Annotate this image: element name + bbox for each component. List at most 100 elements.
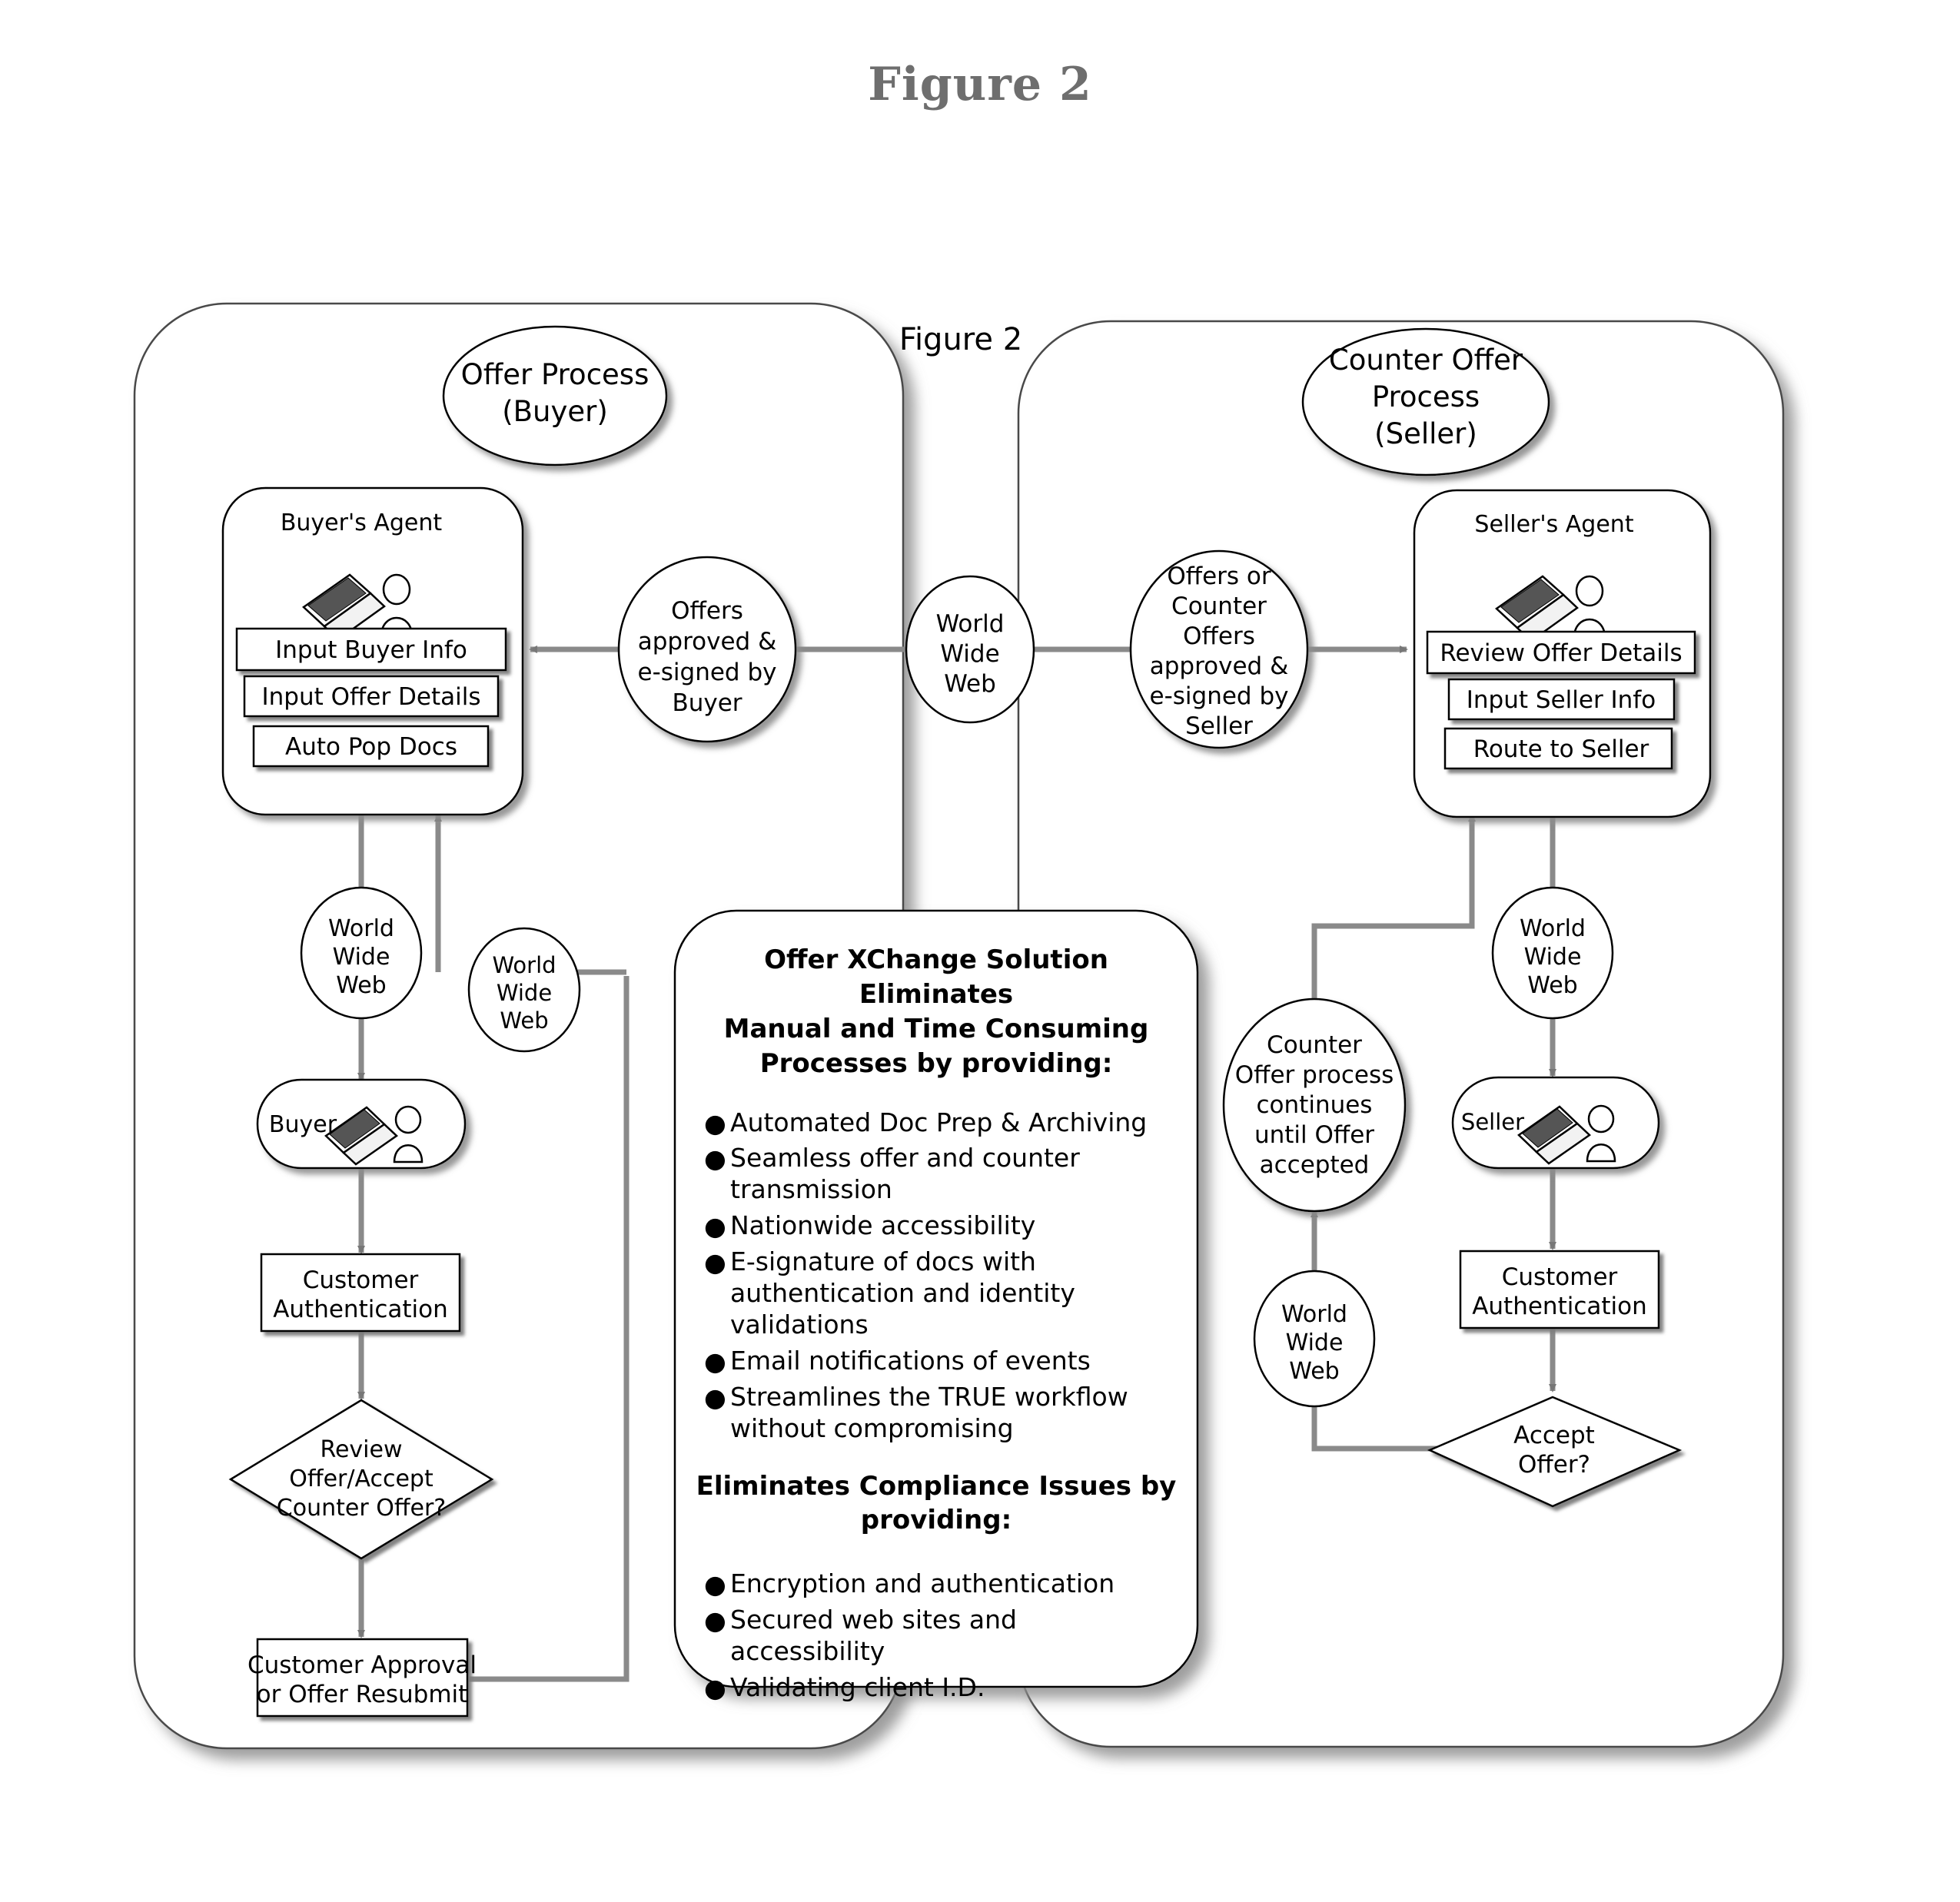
buyers-agent-action-1-label: Input Buyer Info <box>275 636 467 664</box>
bullet-text: Validating client I.D. <box>730 1672 985 1703</box>
buyers-agent-heading: Buyer's Agent <box>281 510 443 536</box>
offers-seller-line4: approved & <box>1150 652 1289 680</box>
list-item: ● E-signature of docs with authenticatio… <box>701 1246 1167 1341</box>
approval-line1: Customer Approval <box>247 1651 477 1679</box>
left-www-2-ellipse: World Wide Web <box>467 927 581 1053</box>
bullet-icon: ● <box>704 1211 726 1242</box>
left-www2-line3: Web <box>500 1007 548 1034</box>
right-www1-line3: Web <box>1527 972 1577 999</box>
info-panel-heading-1: Offer XChange Solution Eliminates Manual… <box>690 943 1182 1081</box>
right-lane-title: Counter Offer Process (Seller) <box>1301 327 1550 476</box>
counter-loop-line5: accepted <box>1260 1151 1370 1179</box>
bullet-icon: ● <box>704 1144 726 1174</box>
counter-loop-line3: continues <box>1257 1091 1373 1119</box>
buyers-agent-action-2[interactable]: Input Offer Details <box>243 675 500 718</box>
page-title: Figure 2 <box>868 58 1092 111</box>
bullet-icon: ● <box>704 1569 726 1600</box>
right-auth-line1: Customer <box>1502 1263 1618 1291</box>
counter-loop-line4: until Offer <box>1254 1121 1374 1149</box>
sellers-agent-action-1[interactable]: Review Offer Details <box>1426 630 1696 675</box>
right-www1-line2: Wide <box>1524 944 1582 971</box>
info-panel-bullets-1: ● Automated Doc Prep & Archiving ● Seaml… <box>690 1107 1182 1445</box>
bullet-text: Encryption and authentication <box>730 1568 1115 1599</box>
left-www1-line3: Web <box>336 972 386 999</box>
left-decision-line3: Counter Offer? <box>277 1495 446 1522</box>
bullet-text: Automated Doc Prep & Archiving <box>730 1107 1148 1137</box>
list-item: ● Encryption and authentication <box>701 1568 1167 1600</box>
world-wide-web-hub-ellipse: World Wide Web <box>905 575 1035 724</box>
info-panel-content: Offer XChange Solution Eliminates Manual… <box>690 926 1182 1703</box>
list-item: ● Nationwide accessibility <box>701 1210 1167 1242</box>
offers-seller-line1: Offers or <box>1167 563 1271 590</box>
bullet-icon: ● <box>704 1382 726 1412</box>
accept-offer-line2: Offer? <box>1518 1451 1590 1479</box>
sellers-agent-action-3[interactable]: Route to Seller <box>1443 727 1673 770</box>
right-auth-line2: Authentication <box>1472 1293 1647 1320</box>
buyers-agent-action-3[interactable]: Auto Pop Docs <box>252 725 490 768</box>
offers-seller-line6: Seller <box>1185 712 1253 740</box>
offers-seller-line3: Offers <box>1183 622 1255 650</box>
bullet-text: Streamlines the TRUE workflow without co… <box>730 1381 1128 1443</box>
left-www2-line2: Wide <box>497 980 552 1006</box>
right-www2-line3: Web <box>1289 1358 1339 1385</box>
seller-node: Seller <box>1451 1076 1660 1170</box>
buyer-node: Buyer <box>256 1078 467 1170</box>
right-lane-title-line3: (Seller) <box>1374 417 1477 450</box>
buyers-agent-box[interactable]: Buyer's Agent Input Buyer Info Input Off… <box>221 486 524 816</box>
counter-offer-loop-ellipse: Counter Offer process continues until Of… <box>1222 997 1407 1213</box>
buyers-agent-action-2-label: Input Offer Details <box>261 683 480 711</box>
left-www-1-ellipse: World Wide Web <box>300 886 423 1020</box>
left-www2-line1: World <box>492 952 556 978</box>
list-item: ● Streamlines the TRUE workflow without … <box>701 1382 1167 1445</box>
list-item: ● Validating client I.D. <box>701 1672 1167 1704</box>
inner-figure-label: Figure 2 <box>899 322 1022 357</box>
left-auth-line1: Customer <box>303 1266 419 1294</box>
buyers-agent-action-3-label: Auto Pop Docs <box>285 733 457 761</box>
left-lane-title: Offer Process (Buyer) <box>442 325 668 466</box>
list-item: ● Seamless offer and counter transmissio… <box>701 1143 1167 1206</box>
bullet-text: Seamless offer and counter transmission <box>730 1143 1080 1205</box>
sellers-agent-heading: Seller's Agent <box>1474 511 1633 538</box>
bullet-text: Nationwide accessibility <box>730 1210 1036 1241</box>
info-heading2-line1: Eliminates Compliance Issues by <box>696 1470 1177 1502</box>
approval-line2: or Offer Resubmit <box>257 1681 468 1708</box>
left-lane-title-line1: Offer Process <box>461 358 649 391</box>
left-www1-line1: World <box>328 915 394 942</box>
sellers-agent-action-2-label: Input Seller Info <box>1467 686 1656 714</box>
bullet-icon: ● <box>704 1107 726 1138</box>
right-www-1-ellipse: World Wide Web <box>1491 886 1614 1020</box>
bullet-icon: ● <box>704 1605 726 1636</box>
offers-buyer-line4: Buyer <box>672 689 742 717</box>
offers-approved-seller-ellipse: Offers or Counter Offers approved & e-si… <box>1129 549 1309 749</box>
sellers-agent-action-2[interactable]: Input Seller Info <box>1447 678 1676 721</box>
offers-approved-buyer-ellipse: Offers approved & e-signed by Buyer <box>617 556 797 743</box>
left-www1-line2: Wide <box>333 944 390 971</box>
www-hub-line1: World <box>936 610 1005 638</box>
seller-node-label: Seller <box>1461 1109 1524 1135</box>
info-panel-bullets-2: ● Encryption and authentication ● Secure… <box>690 1568 1182 1704</box>
list-item: ● Secured web sites and accessibility <box>701 1605 1167 1668</box>
customer-approval-box: Customer Approval or Offer Resubmit <box>247 1638 477 1718</box>
left-decision-line1: Review <box>320 1436 402 1463</box>
sellers-agent-action-3-label: Route to Seller <box>1473 735 1649 763</box>
offers-buyer-line3: e-signed by <box>638 659 777 686</box>
bullet-text: E-signature of docs with authentication … <box>730 1246 1075 1339</box>
info-heading1-line1: Offer XChange Solution Eliminates <box>764 944 1108 1010</box>
accept-offer-line1: Accept <box>1513 1422 1595 1449</box>
www-hub-line3: Web <box>944 670 996 698</box>
info-heading1-line2: Manual and Time Consuming <box>723 1013 1149 1044</box>
counter-loop-line2: Offer process <box>1235 1061 1394 1089</box>
right-www2-line1: World <box>1281 1301 1347 1328</box>
figure-canvas: Figure 2 Offer Process (Buyer) Figure 2 … <box>0 0 1960 1902</box>
info-panel-heading-2: Eliminates Compliance Issues by providin… <box>690 1469 1182 1539</box>
right-customer-authentication-box: Customer Authentication <box>1459 1250 1660 1329</box>
bullet-icon: ● <box>704 1673 726 1704</box>
counter-loop-line1: Counter <box>1267 1031 1362 1059</box>
sellers-agent-box[interactable]: Seller's Agent Review Offer Details Inpu… <box>1413 489 1712 818</box>
buyers-agent-action-1[interactable]: Input Buyer Info <box>235 627 507 672</box>
offers-seller-line2: Counter <box>1171 593 1267 620</box>
bullet-text: Secured web sites and accessibility <box>730 1605 1017 1667</box>
right-lane-title-line2: Process <box>1372 380 1480 413</box>
right-www2-line2: Wide <box>1286 1329 1344 1356</box>
bullet-icon: ● <box>704 1346 726 1376</box>
